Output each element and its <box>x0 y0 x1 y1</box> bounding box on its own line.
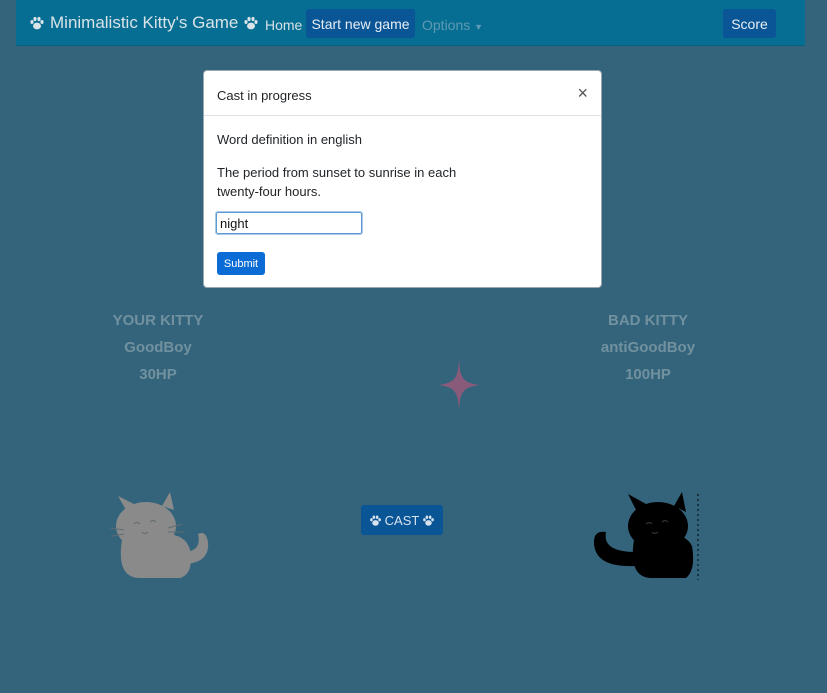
modal-header: Cast in progress × <box>204 71 601 116</box>
cast-label: CAST <box>384 512 420 528</box>
paw-icon <box>244 16 258 30</box>
brand-title: Minimalistic Kitty's Game <box>50 13 239 32</box>
close-icon[interactable]: × <box>577 84 588 102</box>
options-label: Options <box>422 17 471 33</box>
nav-home-link[interactable]: Home <box>265 17 302 33</box>
player-hp: 30HP <box>139 366 177 383</box>
cast-modal: Cast in progress × Word definition in en… <box>203 70 602 288</box>
modal-subtitle: Word definition in english <box>217 132 363 147</box>
player-heading: YOUR KITTY <box>112 312 204 329</box>
enemy-cat-icon <box>594 492 699 580</box>
sparkle-icon <box>438 359 480 411</box>
player-stats: YOUR KITTY GoodBoy 30HP <box>98 307 218 388</box>
navbar: Minimalistic Kitty's Game Home Start new… <box>16 0 805 46</box>
enemy-heading: BAD KITTY <box>608 312 688 329</box>
player-name: GoodBoy <box>124 339 192 356</box>
enemy-stats: BAD KITTY antiGoodBoy 100HP <box>588 307 708 388</box>
enemy-name: antiGoodBoy <box>600 339 696 356</box>
player-cat-icon <box>109 492 209 578</box>
cast-button[interactable]: CAST <box>361 505 443 535</box>
word-definition: The period from sunset to sunrise in eac… <box>217 165 457 199</box>
brand[interactable]: Minimalistic Kitty's Game <box>29 13 259 33</box>
modal-title: Cast in progress <box>217 88 312 103</box>
score-button[interactable]: Score <box>723 9 776 38</box>
enemy-hp: 100HP <box>625 366 671 383</box>
options-dropdown[interactable]: Options ▼ <box>422 17 483 33</box>
caret-down-icon: ▼ <box>474 22 484 32</box>
submit-button[interactable]: Submit <box>217 252 265 275</box>
paw-icon <box>30 16 44 30</box>
answer-input[interactable] <box>215 211 363 235</box>
start-new-game-button[interactable]: Start new game <box>306 9 415 38</box>
paw-icon <box>423 515 435 526</box>
paw-icon <box>369 515 381 526</box>
